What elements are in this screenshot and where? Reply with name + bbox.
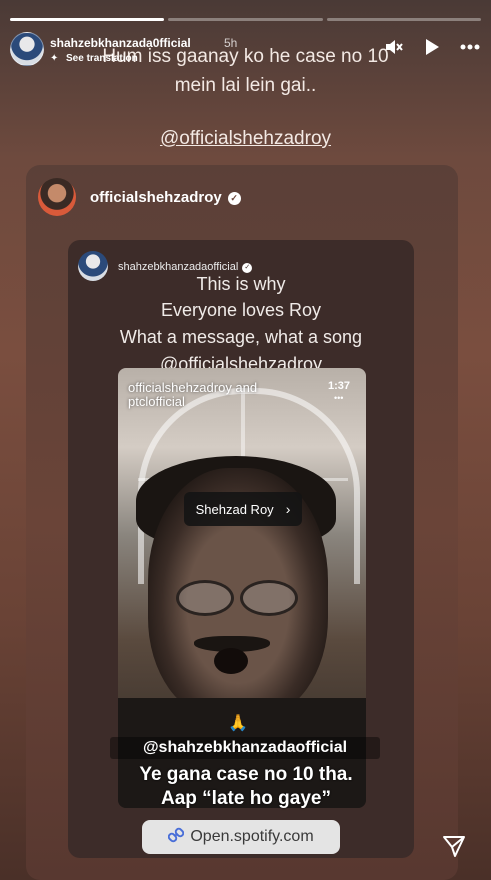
story-header: shahzebkhanzada0fficial 5h ✦ See transla… (10, 32, 481, 68)
video-caption-mention[interactable]: @shahzebkhanzadaofficial (110, 737, 380, 759)
header-username[interactable]: shahzebkhanzada0fficial (50, 36, 191, 50)
caption-mention[interactable]: @officialshehzadroy (160, 124, 331, 153)
play-icon[interactable] (421, 36, 443, 58)
chevron-right-icon: › (285, 501, 291, 517)
see-translation-link[interactable]: See translation (66, 53, 138, 64)
link-sticker[interactable]: Open.spotify.com (142, 820, 340, 854)
inner-username-text: shahzebkhanzadaofficial (118, 261, 239, 273)
inner-caption-line: Everyone loves Roy (160, 300, 322, 320)
progress-segment (10, 18, 165, 21)
video-caption-line: Ye gana case no 10 tha. (139, 764, 353, 785)
story-progress (10, 18, 481, 21)
translate-icon: ✦ (50, 53, 59, 64)
progress-segment (168, 18, 323, 21)
pray-emoji: 🙏 (228, 715, 248, 732)
caption-line: mein lai lein gai.. (174, 75, 317, 96)
person-glasses (170, 580, 300, 616)
inner-caption-line: What a message, what a song (119, 327, 363, 347)
inner-username[interactable]: shahzebkhanzadaofficial ✓ (118, 261, 253, 273)
reshare-username-text: officialshehzadroy (90, 189, 222, 206)
link-icon (168, 827, 185, 847)
video-caption-line: Aap “late ho gaye” (161, 788, 331, 809)
avatar[interactable] (38, 178, 76, 216)
user-tag[interactable]: Shehzad Roy › (184, 492, 302, 526)
send-icon[interactable] (442, 834, 466, 858)
header-controls (383, 36, 481, 58)
avatar[interactable] (10, 32, 44, 66)
link-sticker-text: Open.spotify.com (190, 828, 314, 845)
story-viewer: Hum iss gaanay ko he case no 10 mein lai… (0, 0, 491, 880)
more-icon[interactable]: ••• (334, 393, 343, 403)
video-overlay-username: officialshehzadroy and ptclofficial (128, 380, 258, 409)
person-mouth (214, 648, 248, 674)
header-time: 5h (224, 36, 238, 50)
user-tag-label: Shehzad Roy (195, 501, 274, 517)
reshare-username[interactable]: officialshehzadroy ✓ (90, 189, 241, 206)
mute-icon[interactable] (383, 36, 405, 58)
verified-icon: ✓ (242, 263, 253, 273)
progress-segment (326, 18, 481, 21)
video-time: 1:37 (328, 380, 351, 392)
inner-caption-line: This is why (196, 274, 286, 294)
verified-icon: ✓ (227, 192, 241, 205)
more-icon[interactable] (459, 36, 481, 58)
